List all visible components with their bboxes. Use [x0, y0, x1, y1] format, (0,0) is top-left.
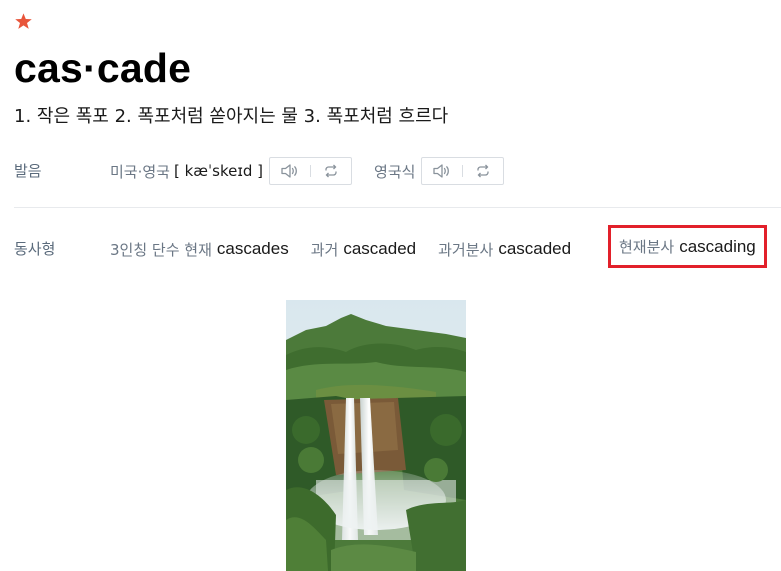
verb-form-label: 현재분사: [619, 238, 675, 256]
verb-forms-label: 동사형: [14, 240, 56, 258]
section-divider: [14, 207, 781, 208]
headword: cas·cade: [14, 45, 192, 91]
verb-forms-row: 3인칭 단수 현재 cascades 과거 cascaded 과거분사 casc…: [110, 225, 767, 268]
verb-form-label: 과거분사: [438, 240, 494, 259]
meanings-summary: 1. 작은 폭포 2. 폭포처럼 쏟아지는 물 3. 폭포처럼 흐르다: [14, 106, 449, 127]
verb-form-past: 과거 cascaded: [311, 239, 416, 260]
verb-form-word[interactable]: cascaded: [343, 239, 416, 259]
verb-form-label: 3인칭 단수 현재: [110, 240, 212, 259]
pron-us-audio-controls: [269, 157, 353, 185]
speaker-icon[interactable]: [270, 158, 310, 184]
verb-form-third-person: 3인칭 단수 현재 cascades: [110, 239, 289, 260]
pron-us-uk-label: 미국·영국: [110, 162, 170, 181]
star-icon[interactable]: [14, 12, 33, 31]
pronunciation-label: 발음: [14, 162, 42, 180]
verb-form-label: 과거: [310, 240, 339, 259]
verb-form-word[interactable]: cascades: [217, 239, 289, 259]
verb-form-present-participle-highlighted: 현재분사 cascading: [608, 225, 767, 268]
pron-ipa: [ kæˈskeɪd ]: [173, 162, 264, 180]
pronunciation-row: 미국·영국 [ kæˈskeɪd ] 영국식: [110, 156, 505, 186]
repeat-icon[interactable]: [311, 158, 351, 184]
pron-uk-audio-controls: [421, 157, 505, 185]
pron-uk-label: 영국식: [374, 162, 416, 181]
verb-form-word[interactable]: cascading: [679, 237, 756, 257]
verb-form-word[interactable]: cascaded: [498, 239, 571, 259]
verb-form-past-participle: 과거분사 cascaded: [438, 239, 571, 260]
waterfall-photo[interactable]: [286, 300, 466, 571]
repeat-icon[interactable]: [463, 158, 503, 184]
speaker-icon[interactable]: [422, 158, 462, 184]
